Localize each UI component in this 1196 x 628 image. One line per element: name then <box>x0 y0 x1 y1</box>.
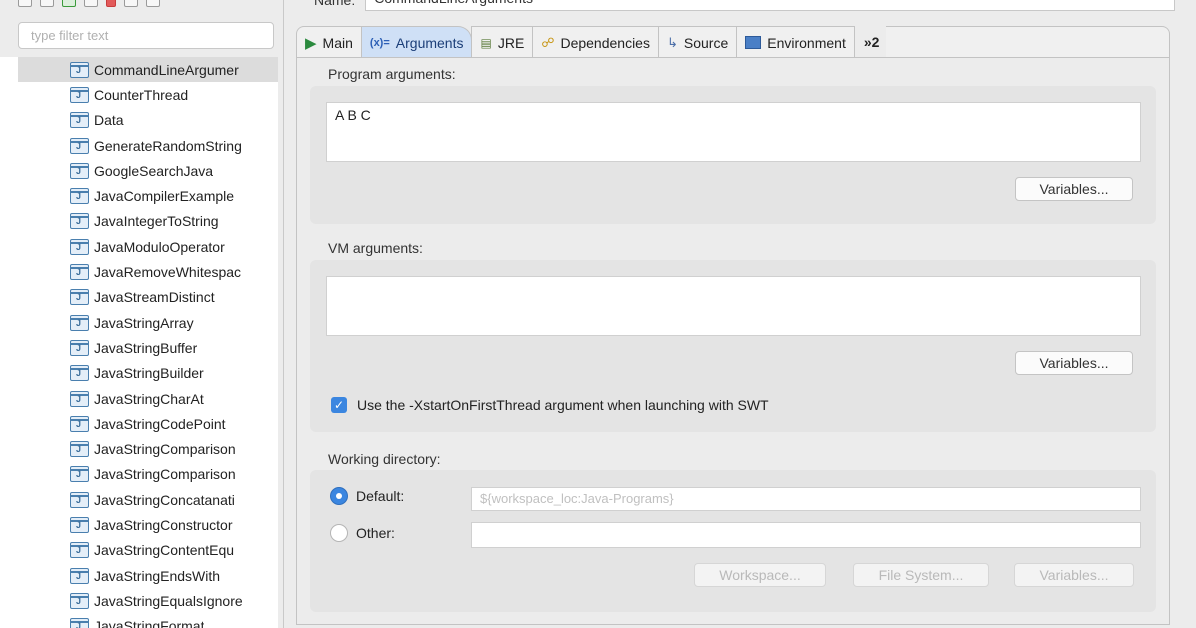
tree-item[interactable]: GenerateRandomString <box>0 133 278 158</box>
java-class-icon <box>70 86 89 103</box>
jre-icon: ▤ <box>480 35 492 50</box>
java-class-icon <box>70 618 89 628</box>
tree-item[interactable]: JavaRemoveWhitespac <box>0 259 278 284</box>
more-tabs-button[interactable]: »2 <box>854 26 888 58</box>
java-class-icon <box>70 162 89 179</box>
xstart-option[interactable]: ✓ Use the -XstartOnFirstThread argument … <box>331 397 769 413</box>
tree-item[interactable]: JavaStringCodePoint <box>0 411 278 436</box>
program-args-label: Program arguments: <box>328 66 456 82</box>
tab-source[interactable]: ↳ Source <box>657 26 738 58</box>
name-input[interactable]: CommandLineArguments <box>365 0 1176 11</box>
tab-arguments[interactable]: (x)= Arguments <box>360 26 473 58</box>
java-class-icon <box>70 238 89 255</box>
java-class-icon <box>70 137 89 154</box>
java-class-icon <box>70 516 89 533</box>
tree-item[interactable]: JavaStringConstructor <box>0 512 278 537</box>
radio-other[interactable] <box>330 524 348 542</box>
workspace-button[interactable]: Workspace... <box>694 563 826 587</box>
default-dir-input: ${workspace_loc:Java-Programs} <box>471 487 1141 511</box>
tree-item[interactable]: JavaStreamDistinct <box>0 285 278 310</box>
java-class-icon <box>70 491 89 508</box>
other-dir-option[interactable]: Other: <box>330 524 395 542</box>
tree-item[interactable]: JavaStringBuilder <box>0 361 278 386</box>
java-class-icon <box>70 61 89 78</box>
java-class-icon <box>70 466 89 483</box>
java-class-icon <box>70 188 89 205</box>
source-icon: ↳ <box>666 34 678 50</box>
tabs-endcap <box>886 26 1170 58</box>
java-class-icon <box>70 314 89 331</box>
file-system-button[interactable]: File System... <box>853 563 989 587</box>
tree-item[interactable]: JavaModuloOperator <box>0 234 278 259</box>
tree-item[interactable]: CounterThread <box>0 82 278 107</box>
tree-item[interactable]: JavaStringArray <box>0 310 278 335</box>
tree-item[interactable]: JavaStringComparison <box>0 436 278 461</box>
filter-icon[interactable] <box>146 0 160 7</box>
config-tabs: ▶ Main (x)= Arguments ▤ JRE ☍ Dependenci… <box>296 22 1170 58</box>
tab-jre[interactable]: ▤ JRE <box>471 26 534 58</box>
delete-icon[interactable] <box>106 0 116 7</box>
java-class-icon <box>70 365 89 382</box>
duplicate-icon[interactable] <box>40 0 54 7</box>
tree-item[interactable]: JavaCompilerExample <box>0 183 278 208</box>
java-class-icon <box>70 390 89 407</box>
working-dir-label: Working directory: <box>328 451 441 467</box>
xstart-label: Use the -XstartOnFirstThread argument wh… <box>357 397 769 413</box>
java-class-icon <box>70 289 89 306</box>
java-class-icon <box>70 264 89 281</box>
tree-item[interactable]: JavaIntegerToString <box>0 209 278 234</box>
tab-dependencies[interactable]: ☍ Dependencies <box>532 26 659 58</box>
config-name-row: Name: CommandLineArguments <box>284 0 1196 11</box>
vm-args-label: VM arguments: <box>328 240 423 256</box>
environment-icon <box>745 36 762 49</box>
name-label: Name: <box>314 0 356 8</box>
program-args-variables-button[interactable]: Variables... <box>1015 177 1133 201</box>
java-class-icon <box>70 213 89 230</box>
java-class-icon <box>70 542 89 559</box>
java-class-icon <box>70 441 89 458</box>
java-class-icon <box>70 415 89 432</box>
arguments-icon: (x)= <box>369 36 390 49</box>
filter-input[interactable]: type filter text <box>18 22 274 49</box>
radio-default[interactable] <box>330 487 348 505</box>
java-class-icon <box>70 112 89 129</box>
default-dir-option[interactable]: Default: <box>330 487 404 505</box>
tree-item[interactable]: Data <box>0 108 278 133</box>
dependencies-icon: ☍ <box>541 34 555 50</box>
tree-item[interactable]: CommandLineArgumer <box>18 57 278 83</box>
new-config-icon[interactable] <box>18 0 32 7</box>
tree-item[interactable]: JavaStringEndsWith <box>0 563 278 588</box>
java-class-icon <box>70 567 89 584</box>
configs-toolbar <box>0 0 284 10</box>
tree-item[interactable]: JavaStringConcatanati <box>0 487 278 512</box>
tree-item[interactable]: JavaStringComparison <box>0 462 278 487</box>
other-dir-input[interactable] <box>471 522 1141 548</box>
tree-item[interactable]: JavaStringBuffer <box>0 335 278 360</box>
config-tree: CommandLineArgumer CounterThread Data Ge… <box>0 57 278 628</box>
launch-configs-pane: type filter text CommandLineArgumer Coun… <box>0 0 284 628</box>
tree-item[interactable]: JavaStringEqualsIgnore <box>0 588 278 613</box>
export-icon[interactable] <box>84 0 98 7</box>
vm-args-variables-button[interactable]: Variables... <box>1015 351 1133 375</box>
tab-environment[interactable]: Environment <box>736 26 855 58</box>
run-icon: ▶ <box>305 34 317 52</box>
new-prototype-icon[interactable] <box>62 0 76 7</box>
checkmark-icon[interactable]: ✓ <box>331 397 347 413</box>
tree-item[interactable]: JavaStringCharAt <box>0 386 278 411</box>
tree-item[interactable]: GoogleSearchJava <box>0 158 278 183</box>
vm-args-input[interactable] <box>326 276 1141 336</box>
java-class-icon <box>70 592 89 609</box>
tab-main[interactable]: ▶ Main <box>296 26 362 58</box>
tree-item[interactable]: JavaStringContentEqu <box>0 538 278 563</box>
tree-item[interactable]: JavaStringFormat <box>0 614 278 628</box>
working-dir-variables-button[interactable]: Variables... <box>1014 563 1134 587</box>
program-args-input[interactable]: A B C <box>326 102 1141 162</box>
java-class-icon <box>70 339 89 356</box>
collapse-all-icon[interactable] <box>124 0 138 7</box>
